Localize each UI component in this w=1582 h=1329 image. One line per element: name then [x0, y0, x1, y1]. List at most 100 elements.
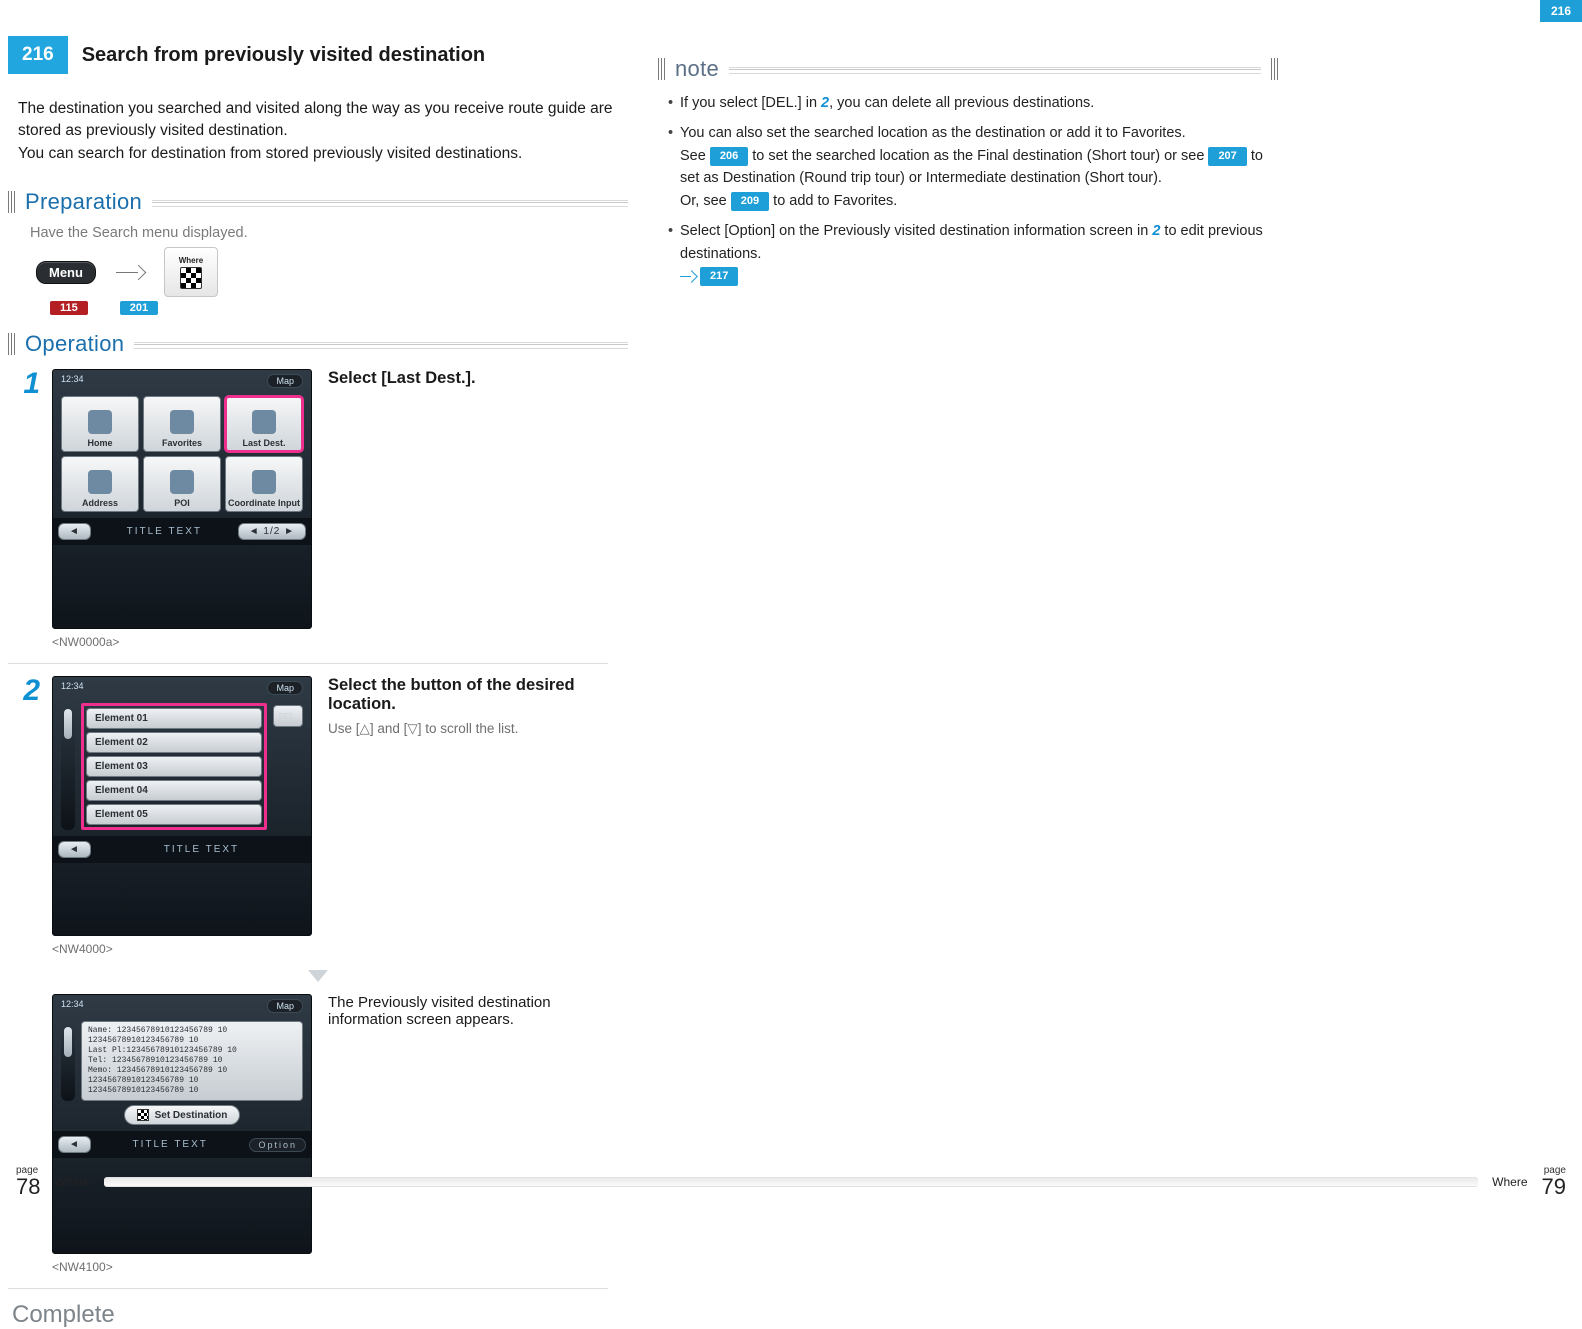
preparation-flow: Menu Where	[36, 247, 628, 297]
left-breadcrumb: Where	[54, 1175, 89, 1189]
screenshot-time: 12:34	[61, 374, 84, 388]
tile-home: Home	[61, 396, 139, 452]
folder-icon	[252, 410, 276, 434]
tile-poi: POI	[143, 456, 221, 512]
map-pill: Map	[267, 681, 303, 695]
note-list: If you select [DEL.] in 2, you can delet…	[668, 92, 1278, 288]
preparation-caption: Have the Search menu displayed.	[30, 225, 628, 241]
tile-favorites: Favorites	[143, 396, 221, 452]
step-1-screenshot: 12:34 Map Home Favorites Last Dest. Addr…	[52, 369, 312, 629]
list-item: Element 01	[86, 708, 262, 729]
note-label: note	[675, 56, 719, 82]
map-pill: Map	[267, 374, 303, 388]
note-item-2: You can also set the searched location a…	[668, 122, 1278, 212]
screenshot-time: 12:34	[61, 999, 84, 1013]
chevron-down-icon	[308, 970, 328, 982]
intro-text: The destination you searched and visited…	[18, 98, 628, 165]
page-ref-201[interactable]: 201	[120, 301, 158, 315]
complete-label: Complete	[12, 1301, 628, 1329]
where-card-label: Where	[179, 256, 203, 265]
step-2-number: 2	[8, 676, 40, 956]
step-1-image-ref: <NW0000a>	[52, 635, 312, 649]
tile-coordinate: Coordinate Input	[225, 456, 303, 512]
screenshot-time: 12:34	[61, 681, 84, 695]
page-ref-115[interactable]: 115	[50, 301, 88, 315]
step-2-text: Select the button of the desired locatio…	[328, 676, 628, 737]
preparation-heading: Preparation	[8, 189, 628, 215]
globe-icon	[252, 470, 276, 494]
left-column: 216 Search from previously visited desti…	[8, 36, 628, 1329]
page-ref-206[interactable]: 206	[710, 147, 748, 166]
list-highlight: Element 01 Element 02 Element 03 Element…	[81, 703, 267, 830]
pin-icon	[170, 470, 194, 494]
note-item-3: Select [Option] on the Previously visite…	[668, 220, 1278, 287]
page-ref-217[interactable]: 217	[700, 267, 738, 286]
page-ref-207[interactable]: 207	[1208, 147, 1246, 166]
set-destination-button-graphic: Set Destination	[124, 1105, 241, 1125]
menu-button-graphic: Menu	[36, 261, 96, 284]
list-item: Element 03	[86, 756, 262, 777]
checkered-flag-icon	[137, 1109, 149, 1121]
intro-line-2: You can search for destination from stor…	[18, 145, 522, 162]
back-button-graphic: ◄	[58, 1136, 91, 1153]
checkered-flag-icon	[180, 267, 202, 289]
intro-line-1: The destination you searched and visited…	[18, 100, 613, 139]
step-2-image-ref: <NW4000>	[52, 942, 312, 956]
back-button-graphic: ◄	[58, 523, 91, 540]
map-pill: Map	[267, 999, 303, 1013]
result-line: The Previously visited destination infor…	[328, 994, 551, 1028]
note-item-1: If you select [DEL.] in 2, you can delet…	[668, 92, 1278, 114]
thumb-index: 216	[1540, 0, 1582, 22]
spacer	[8, 994, 40, 1274]
right-column: note If you select [DEL.] in 2, you can …	[658, 36, 1278, 1329]
scrollbar-graphic	[61, 703, 75, 830]
title-strip-text: TITLE TEXT	[164, 844, 239, 855]
section-number-badge: 216	[8, 36, 68, 74]
note-heading: note	[658, 56, 1278, 82]
preparation-refs: 115 201	[50, 301, 628, 315]
arrow-icon	[116, 265, 144, 279]
tile-last-dest: Last Dest.	[225, 396, 303, 452]
right-breadcrumb: Where	[1492, 1175, 1527, 1189]
left-page-number: page 78	[16, 1166, 40, 1198]
heart-icon	[170, 410, 194, 434]
option-pill-graphic: Option	[249, 1138, 306, 1152]
pointer-icon	[680, 271, 696, 281]
where-card-graphic: Where	[164, 247, 218, 297]
back-button-graphic: ◄	[58, 841, 91, 858]
step-divider-2	[8, 1288, 608, 1289]
step-1-text: Select [Last Dest.].	[328, 369, 476, 394]
result-text: The Previously visited destination infor…	[328, 994, 628, 1028]
title-strip-text: TITLE TEXT	[127, 526, 202, 537]
home-icon	[88, 410, 112, 434]
page-title: Search from previously visited destinati…	[82, 36, 485, 74]
result-image-ref: <NW4100>	[52, 1260, 312, 1274]
step-2-result: 12:34 Map Name: 12345678910123456789 10 …	[8, 994, 628, 1274]
pager-graphic: ◄ 1/2 ►	[238, 523, 306, 540]
operation-label: Operation	[25, 331, 124, 357]
address-icon	[88, 470, 112, 494]
step-2-screenshot: 12:34 Map Element 01 Element 02 Element …	[52, 676, 312, 936]
page-spread: 216 Search from previously visited desti…	[0, 0, 1582, 1329]
tile-address: Address	[61, 456, 139, 512]
step-2-sub: Use [△] and [▽] to scroll the list.	[328, 721, 518, 736]
step-1: 1 12:34 Map Home Favorites Last Dest. Ad…	[8, 369, 628, 649]
operation-heading: Operation	[8, 331, 628, 357]
list-item: Element 02	[86, 732, 262, 753]
step-divider-1	[8, 663, 608, 664]
right-page-number: page 79	[1542, 1166, 1566, 1198]
step-2-heading: Select the button of the desired locatio…	[328, 676, 628, 714]
footer-bar	[104, 1177, 1478, 1187]
scrollbar-graphic	[61, 1021, 75, 1101]
title-row: 216 Search from previously visited desti…	[8, 36, 628, 74]
step-1-number: 1	[8, 369, 40, 649]
step-ref-2: 2	[821, 95, 829, 111]
page-ref-209[interactable]: 209	[731, 192, 769, 211]
preparation-label: Preparation	[25, 189, 142, 215]
list-item: Element 04	[86, 780, 262, 801]
step-1-heading: Select [Last Dest.].	[328, 369, 476, 388]
list-item: Element 05	[86, 804, 262, 825]
del-button-graphic: DEL.	[273, 705, 303, 727]
page-footer: page 78 Where Where page 79	[0, 1159, 1582, 1211]
result-screenshot: 12:34 Map Name: 12345678910123456789 10 …	[52, 994, 312, 1254]
